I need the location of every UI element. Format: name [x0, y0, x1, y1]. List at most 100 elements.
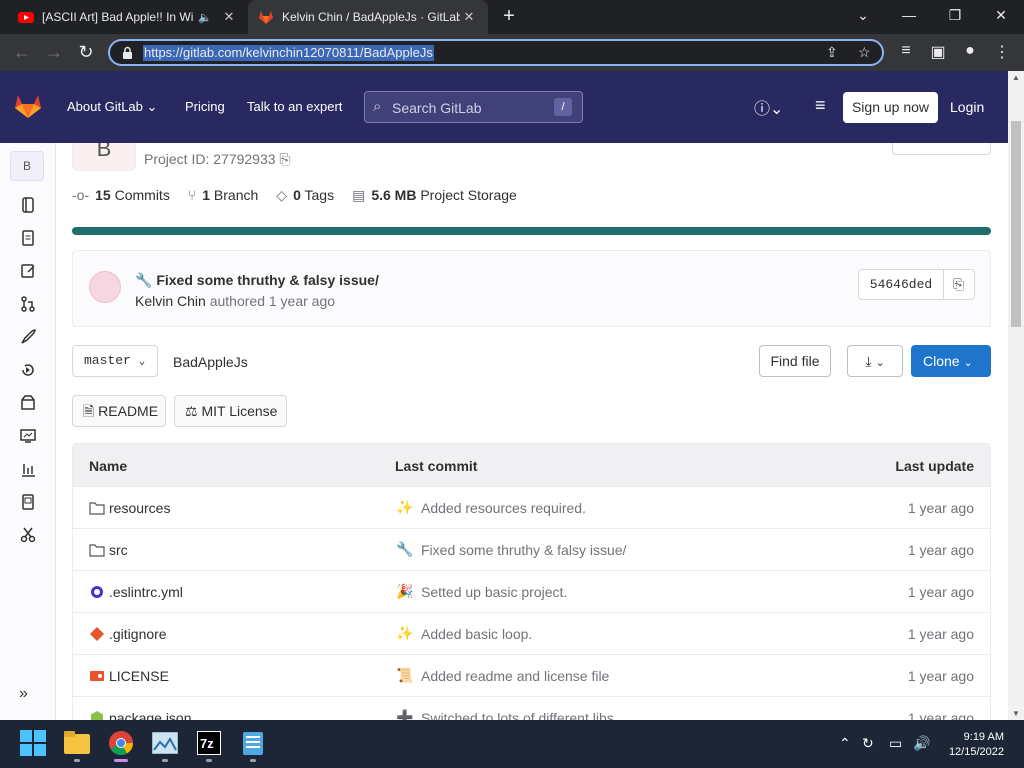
nav-about-gitlab[interactable]: About GitLab ⌄ [67, 99, 157, 115]
page-scrollbar[interactable]: ▲ ▼ [1008, 71, 1024, 720]
scrollbar-thumb[interactable] [1011, 121, 1021, 327]
gitlab-logo-icon[interactable] [14, 93, 42, 119]
packages-icon[interactable] [20, 395, 36, 411]
analytics-icon[interactable] [20, 461, 36, 477]
commit-message[interactable]: Added readme and license file [421, 668, 609, 684]
show-hidden-icons-icon[interactable]: ⌃ [839, 735, 851, 752]
environments-icon[interactable] [20, 428, 36, 444]
file-name[interactable]: LICENSE [109, 668, 169, 684]
file-name[interactable]: resources [109, 500, 170, 516]
table-row[interactable]: .gitignore ✨ Added basic loop. 1 year ag… [73, 613, 990, 655]
tab-search-icon[interactable]: ⌄ [840, 0, 886, 34]
table-row[interactable]: resources ✨ Added resources required. 1 … [73, 487, 990, 529]
branches-link[interactable]: ⑂ 1 Branch [188, 187, 258, 204]
download-button[interactable]: ⤓ ⌄ [847, 345, 903, 377]
file-name[interactable]: src [109, 542, 128, 558]
media-control-icon[interactable]: ≡ [896, 42, 916, 60]
merge-requests-icon[interactable] [20, 263, 36, 279]
profile-icon[interactable]: ● [960, 42, 980, 60]
close-tab-icon[interactable]: ✕ [460, 9, 478, 25]
file-icon: 🗎 [83, 403, 95, 419]
close-window-button[interactable]: ✕ [978, 0, 1024, 34]
star-button[interactable] [892, 143, 991, 155]
deployments-icon[interactable] [20, 329, 36, 345]
url-text[interactable]: https://gitlab.com/kelvinchin12070811/Ba… [143, 45, 434, 61]
hamburger-menu-icon[interactable]: ≡ [815, 95, 826, 116]
minimize-button[interactable]: — [886, 0, 932, 34]
wiki-icon[interactable] [20, 494, 36, 510]
network-icon[interactable]: ▭ [889, 735, 902, 752]
nav-pricing[interactable]: Pricing [185, 99, 225, 114]
commit-message[interactable]: Added basic loop. [421, 626, 532, 642]
windows-start-icon[interactable] [18, 728, 48, 758]
commit-message[interactable]: Switched to lots of different libs [421, 710, 614, 720]
tab-gitlab[interactable]: Kelvin Chin / BadAppleJs · GitLab ✕ [248, 0, 488, 34]
lock-icon[interactable] [122, 46, 133, 60]
nav-talk-to-expert[interactable]: Talk to an expert [247, 99, 342, 114]
commit-message[interactable]: Added resources required. [421, 500, 586, 516]
repository-icon[interactable] [20, 197, 36, 213]
search-input[interactable]: ⌕ Search GitLab / [364, 91, 583, 123]
volume-icon[interactable]: 🔊 [913, 735, 930, 752]
side-panel-icon[interactable]: ▣ [928, 42, 948, 62]
commits-link[interactable]: -o- 15 Commits [72, 187, 170, 204]
table-row[interactable]: LICENSE 📜 Added readme and license file … [73, 655, 990, 697]
back-icon[interactable]: ← [10, 41, 34, 63]
file-name[interactable]: .gitignore [109, 626, 167, 642]
table-row[interactable]: package.json ➕ Switched to lots of diffe… [73, 697, 990, 720]
chevron-down-icon: ⌄ [138, 356, 146, 368]
commit-message[interactable]: Fixed some thruthy & falsy issue/ [421, 542, 626, 558]
snippets-icon[interactable] [20, 527, 36, 543]
share-icon[interactable]: ⇪ [826, 44, 838, 61]
copy-sha-button[interactable]: ⎘ [943, 269, 975, 300]
commit-sha[interactable]: 54646ded [858, 269, 944, 300]
notepad-icon[interactable] [238, 728, 268, 762]
branch-icon: ⑂ [187, 187, 197, 203]
sidebar-project-avatar[interactable]: B [10, 151, 44, 181]
readme-button[interactable]: 🗎 README [72, 395, 166, 427]
bookmark-star-icon[interactable]: ☆ [858, 44, 871, 61]
license-button[interactable]: ⚖ MIT License [174, 395, 287, 427]
reload-icon[interactable]: ↻ [74, 41, 98, 63]
system-clock[interactable]: 9:19 AM 12/15/2022 [949, 730, 1004, 760]
clone-button[interactable]: Clone ⌄ [911, 345, 991, 377]
sign-up-button[interactable]: Sign up now [843, 92, 938, 123]
commit-message[interactable]: Setted up basic project. [421, 584, 567, 600]
commit-title[interactable]: 🔧 Fixed some thruthy & falsy issue/ [135, 272, 379, 289]
help-icon[interactable]: ⓘ⌄ [754, 95, 783, 119]
monitor-icon[interactable] [20, 362, 36, 378]
commit-author[interactable]: Kelvin Chin [135, 293, 206, 309]
login-link[interactable]: Login [950, 99, 984, 115]
table-row[interactable]: .eslintrc.yml 🎉 Setted up basic project.… [73, 571, 990, 613]
tab-youtube[interactable]: [ASCII Art] Bad Apple!! In Wi 🔈 ✕ [8, 0, 248, 34]
author-avatar[interactable] [89, 271, 121, 303]
project-overview: B Project ID: 27792933 ⎘ -o- 15 Commits ⑂… [56, 143, 1008, 720]
file-name[interactable]: package.json [109, 710, 192, 720]
restore-button[interactable]: ❐ [932, 0, 978, 34]
chrome-menu-icon[interactable]: ⋮ [992, 42, 1012, 62]
copy-icon[interactable]: ⎘ [279, 151, 290, 167]
close-tab-icon[interactable]: ✕ [220, 9, 238, 25]
expand-sidebar-icon[interactable]: » [19, 685, 28, 703]
scroll-down-icon[interactable]: ▼ [1011, 709, 1021, 718]
scroll-up-icon[interactable]: ▲ [1011, 73, 1021, 82]
find-file-button[interactable]: Find file [759, 345, 831, 377]
tags-link[interactable]: ◇ 0 Tags [276, 187, 334, 204]
address-bar[interactable]: https://gitlab.com/kelvinchin12070811/Ba… [108, 39, 884, 66]
ci-cd-icon[interactable] [20, 296, 36, 312]
7zip-icon[interactable]: 7z [194, 728, 224, 762]
repo-breadcrumb[interactable]: BadAppleJs [173, 354, 248, 370]
speaker-icon[interactable]: 🔈 [198, 11, 212, 24]
sync-icon[interactable]: ↻ [862, 735, 874, 752]
file-explorer-icon[interactable] [62, 728, 92, 762]
photos-icon[interactable] [150, 728, 180, 762]
chrome-icon[interactable] [106, 728, 136, 762]
branch-dropdown[interactable]: master ⌄ [72, 345, 158, 377]
forward-icon[interactable]: → [42, 41, 66, 63]
table-row[interactable]: src 🔧 Fixed some thruthy & falsy issue/ … [73, 529, 990, 571]
issues-icon[interactable] [20, 230, 36, 246]
commit-title-text: Fixed some thruthy & falsy issue/ [156, 272, 379, 288]
folder-icon [89, 502, 105, 515]
file-name[interactable]: .eslintrc.yml [109, 584, 183, 600]
new-tab-button[interactable]: + [498, 6, 520, 28]
